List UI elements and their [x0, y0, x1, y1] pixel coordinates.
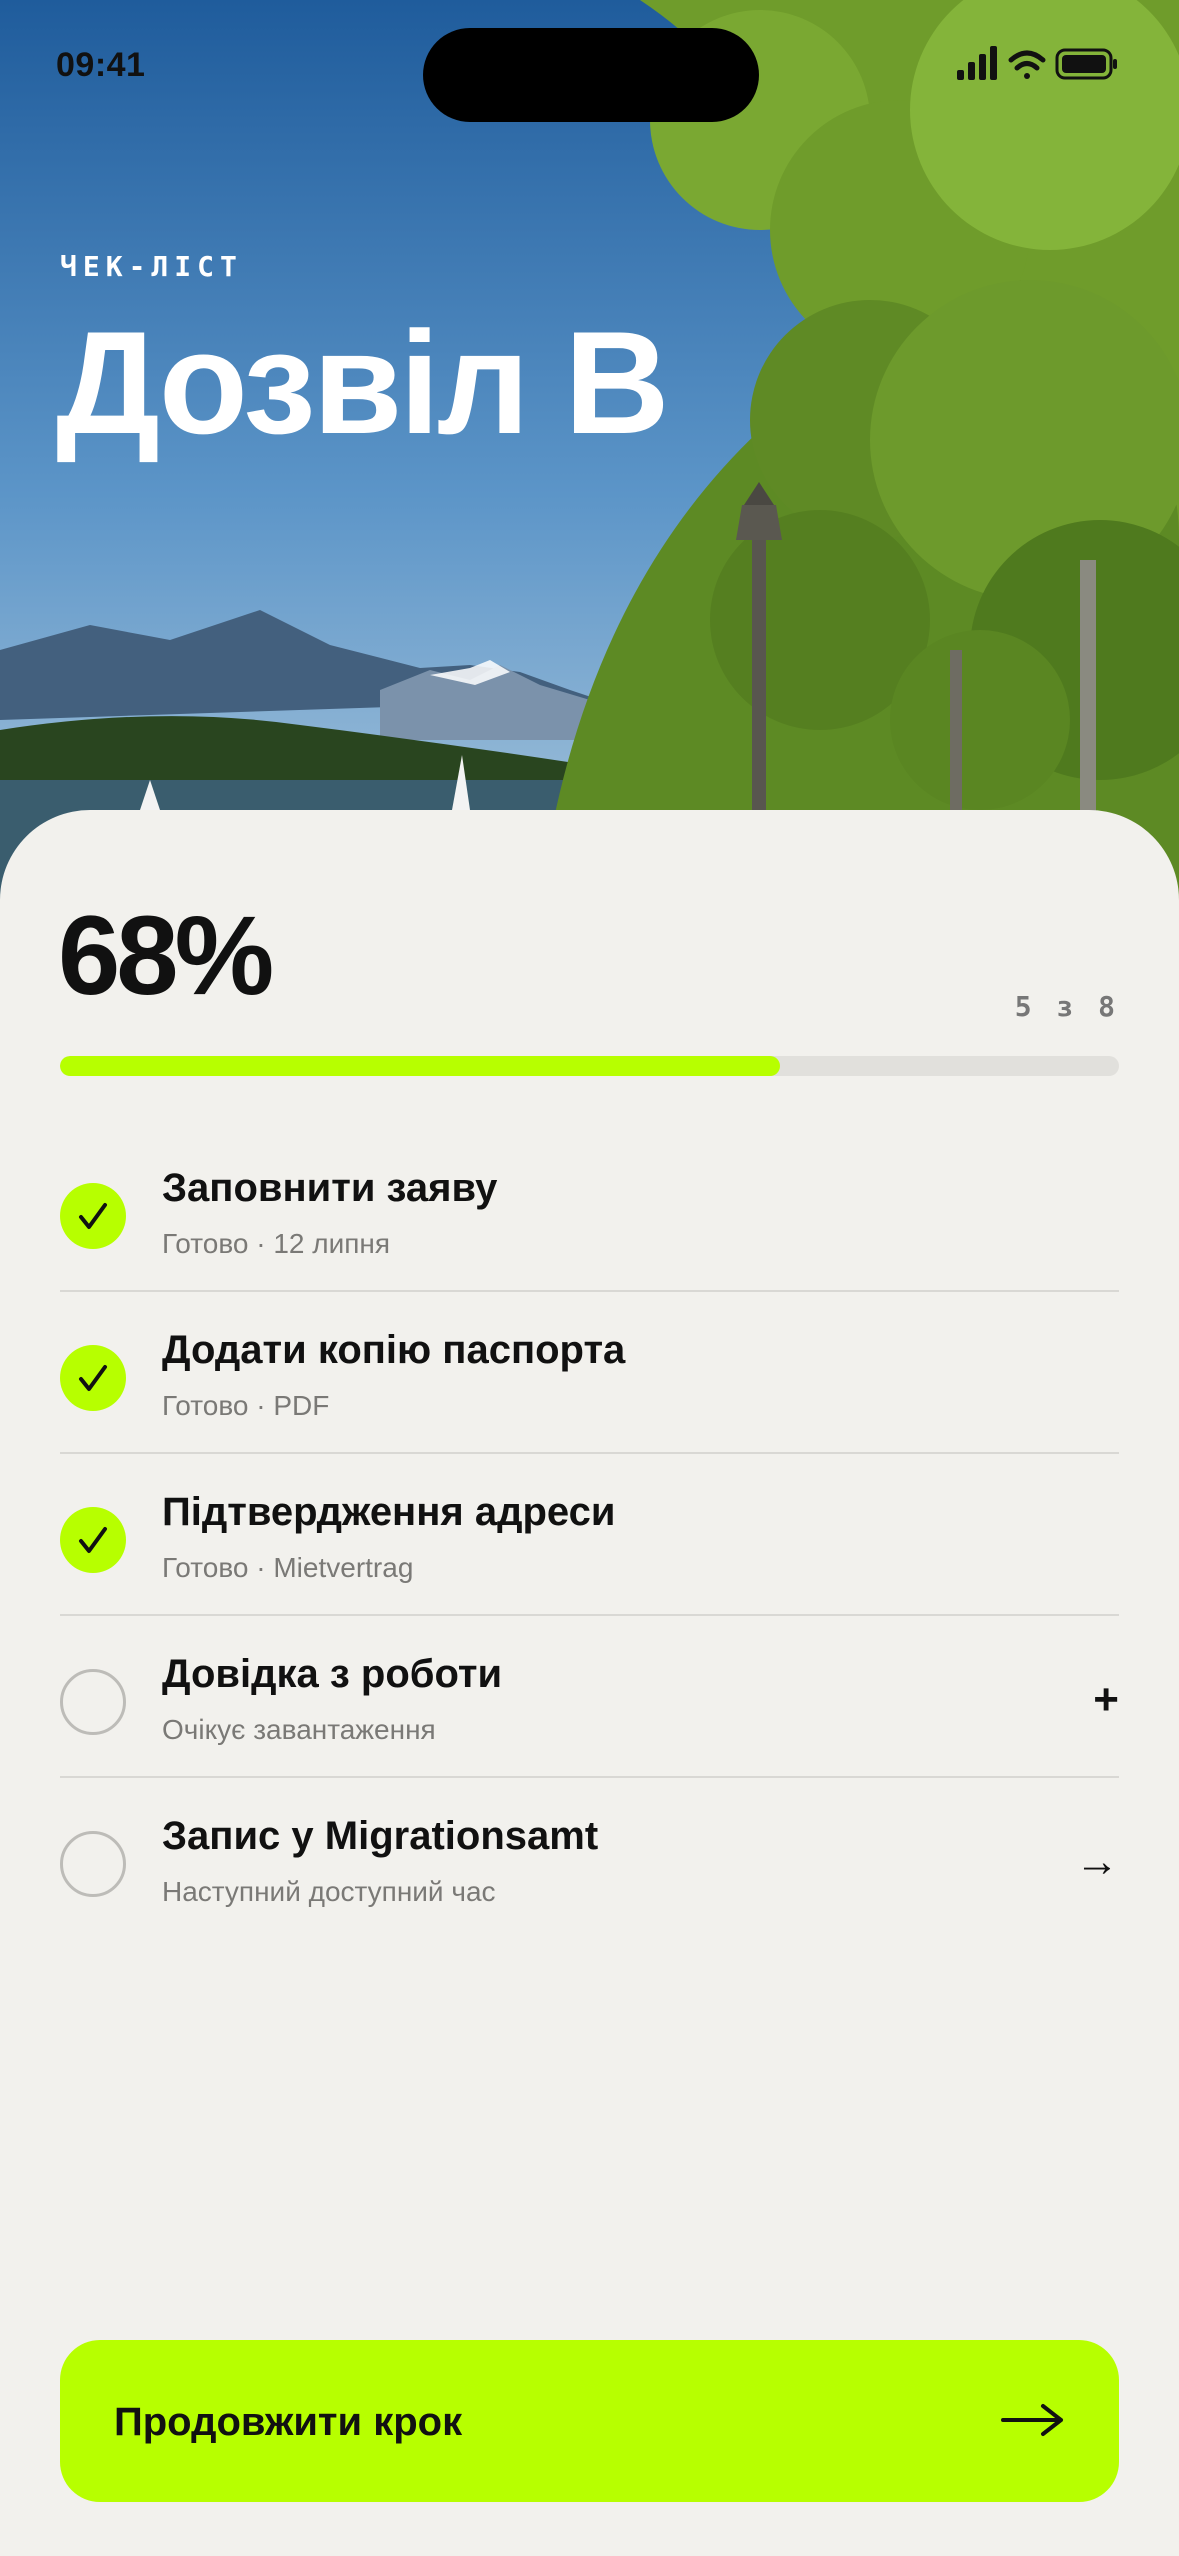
item-title: Заповнити заяву	[162, 1166, 498, 1210]
progress-bar-fill	[60, 1056, 781, 1076]
item-title: Підтвердження адреси	[162, 1490, 616, 1534]
item-subtitle: Готово · Mietvertrag	[162, 1552, 414, 1583]
checkmark-icon	[79, 1365, 107, 1391]
progress-bar	[60, 1056, 1119, 1076]
status-icons	[957, 46, 1117, 80]
progress-percent: 68%	[58, 893, 274, 1018]
checklist-sheet: 68% 5 з 8 Заповнити заяву Готово · 12 ли…	[0, 810, 1179, 2556]
checkmark-icon	[79, 1527, 107, 1553]
arrow-right-icon	[1001, 2404, 1063, 2436]
item-title: Запис у Migrationsamt	[162, 1814, 599, 1858]
continue-step-label: Продовжити крок	[114, 2400, 463, 2444]
checkmark-icon	[79, 1203, 107, 1229]
list-item[interactable]: Запис у Migrationsamt Наступний доступни…	[60, 1778, 1119, 1938]
list-item[interactable]: Заповнити заяву Готово · 12 липня	[60, 1130, 1119, 1292]
checkbox-checked[interactable]	[60, 1345, 126, 1411]
item-subtitle: Наступний доступний час	[162, 1876, 496, 1907]
item-title: Додати копію паспорта	[162, 1328, 626, 1372]
list-item[interactable]: Додати копію паспорта Готово · PDF	[60, 1292, 1119, 1454]
progress-count: 5 з 8	[1014, 990, 1119, 1023]
continue-step-button[interactable]: Продовжити крок	[60, 2340, 1119, 2502]
plus-icon[interactable]: +	[1093, 1678, 1119, 1722]
checkbox-checked[interactable]	[60, 1507, 126, 1573]
dynamic-island	[423, 28, 759, 122]
list-item[interactable]: Підтвердження адреси Готово · Mietvertra…	[60, 1454, 1119, 1616]
arrow-right-icon[interactable]: →	[1075, 1840, 1119, 1884]
item-subtitle: Готово · PDF	[162, 1390, 330, 1421]
page-title: Дозвіл B	[56, 301, 670, 464]
wifi-icon	[1008, 50, 1046, 79]
checkbox-checked[interactable]	[60, 1183, 126, 1249]
status-time: 09:41	[56, 46, 146, 84]
checkbox-unchecked[interactable]	[60, 1669, 126, 1735]
list-item[interactable]: Довідка з роботи Очікує завантаження +	[60, 1616, 1119, 1778]
checklist: Заповнити заяву Готово · 12 липня Додати…	[60, 1130, 1119, 1938]
signal-icon	[957, 46, 997, 80]
item-subtitle: Очікує завантаження	[162, 1714, 436, 1745]
item-subtitle: Готово · 12 липня	[162, 1228, 391, 1259]
item-title: Довідка з роботи	[162, 1652, 503, 1696]
battery-icon	[1055, 48, 1117, 80]
section-kicker: ЧЕК-ЛІСТ	[60, 250, 243, 283]
checkbox-unchecked[interactable]	[60, 1831, 126, 1897]
